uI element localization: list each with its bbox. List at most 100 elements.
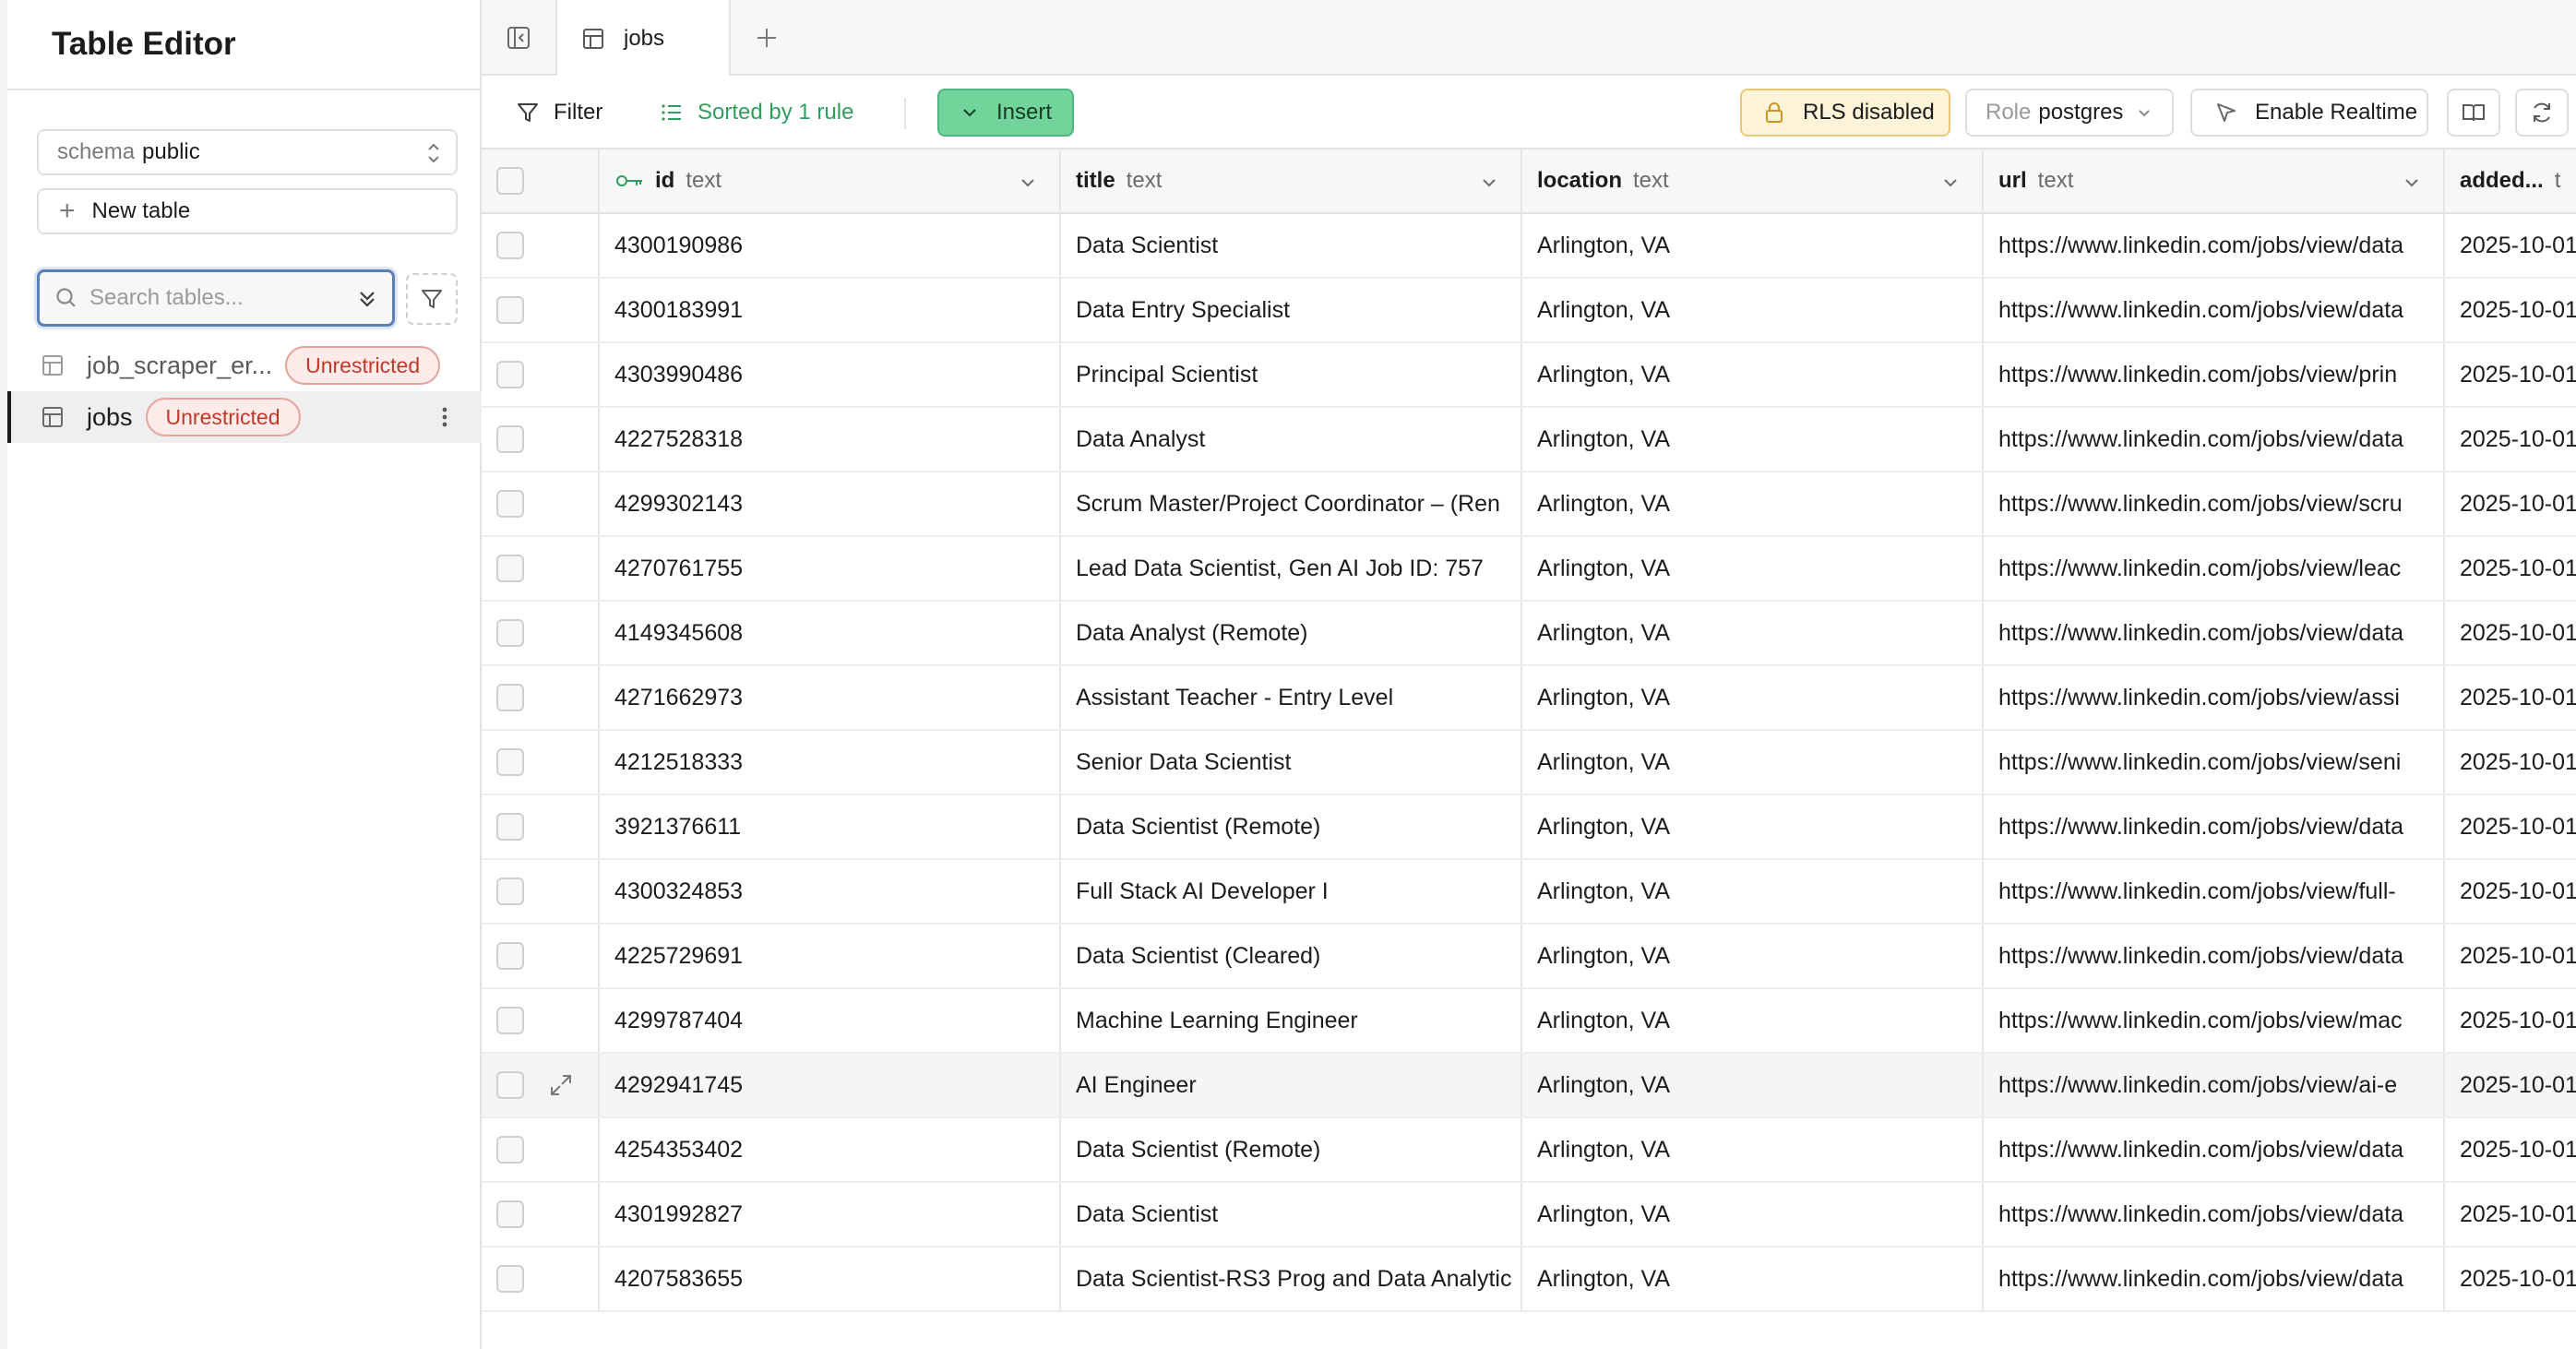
row-checkbox[interactable]: [496, 555, 524, 582]
cell-location[interactable]: Arlington, VA: [1522, 343, 1984, 406]
chevrons-down-icon[interactable]: [355, 287, 379, 311]
cell-id[interactable]: 4303990486: [600, 343, 1061, 406]
cell-id[interactable]: 4301992827: [600, 1183, 1061, 1246]
cell-location[interactable]: Arlington, VA: [1522, 537, 1984, 600]
cell-added[interactable]: 2025-10-01: [2445, 795, 2576, 858]
row-checkbox[interactable]: [496, 425, 524, 453]
table-list-item[interactable]: job_scraper_er... Unrestricted: [7, 340, 482, 391]
cell-location[interactable]: Arlington, VA: [1522, 925, 1984, 987]
cell-url[interactable]: https://www.linkedin.com/jobs/view/full-: [1984, 860, 2445, 923]
cell-url[interactable]: https://www.linkedin.com/jobs/view/data: [1984, 214, 2445, 277]
chevron-down-icon[interactable]: [1941, 173, 1960, 192]
cell-location[interactable]: Arlington, VA: [1522, 279, 1984, 341]
cell-title[interactable]: Machine Learning Engineer: [1061, 989, 1522, 1052]
insert-button[interactable]: Insert: [937, 89, 1074, 137]
column-header-id[interactable]: id text: [600, 149, 1061, 212]
row-checkbox[interactable]: [496, 1200, 524, 1228]
cell-title[interactable]: Data Analyst: [1061, 408, 1522, 471]
cell-title[interactable]: Full Stack AI Developer I: [1061, 860, 1522, 923]
row-checkbox[interactable]: [496, 748, 524, 776]
cell-title[interactable]: Data Scientist: [1061, 1183, 1522, 1246]
column-header-added[interactable]: added... t: [2445, 149, 2576, 212]
table-row[interactable]: 4299302143 Scrum Master/Project Coordinat…: [482, 472, 2576, 537]
cell-added[interactable]: 2025-10-01: [2445, 537, 2576, 600]
cell-location[interactable]: Arlington, VA: [1522, 472, 1984, 535]
cell-id[interactable]: 4149345608: [600, 602, 1061, 664]
cell-id[interactable]: 4207583655: [600, 1248, 1061, 1310]
cell-id[interactable]: 4300183991: [600, 279, 1061, 341]
cell-location[interactable]: Arlington, VA: [1522, 1248, 1984, 1310]
cell-url[interactable]: https://www.linkedin.com/jobs/view/data: [1984, 1183, 2445, 1246]
cell-url[interactable]: https://www.linkedin.com/jobs/view/ai-e: [1984, 1054, 2445, 1116]
cell-id[interactable]: 4225729691: [600, 925, 1061, 987]
row-checkbox[interactable]: [496, 942, 524, 970]
column-header-title[interactable]: title text: [1061, 149, 1522, 212]
cell-title[interactable]: Scrum Master/Project Coordinator – (Ren: [1061, 472, 1522, 535]
cell-url[interactable]: https://www.linkedin.com/jobs/view/data: [1984, 279, 2445, 341]
search-tables-box[interactable]: [37, 269, 395, 327]
cell-location[interactable]: Arlington, VA: [1522, 1054, 1984, 1116]
table-row[interactable]: 4292941745 AI Engineer Arlington, VA https:…: [482, 1054, 2576, 1118]
cell-title[interactable]: Data Scientist (Remote): [1061, 795, 1522, 858]
cell-id[interactable]: 4299302143: [600, 472, 1061, 535]
table-row[interactable]: 4300183991 Data Entry Specialist Arlington…: [482, 279, 2576, 343]
filter-tables-button[interactable]: [406, 273, 458, 325]
cell-url[interactable]: https://www.linkedin.com/jobs/view/mac: [1984, 989, 2445, 1052]
table-row[interactable]: 4225729691 Data Scientist (Cleared) Arling…: [482, 925, 2576, 989]
search-tables-input[interactable]: [89, 285, 339, 311]
cell-location[interactable]: Arlington, VA: [1522, 602, 1984, 664]
cell-id[interactable]: 4300324853: [600, 860, 1061, 923]
cell-url[interactable]: https://www.linkedin.com/jobs/view/data: [1984, 408, 2445, 471]
table-row[interactable]: 4270761755 Lead Data Scientist, Gen AI Jo…: [482, 537, 2576, 602]
cell-id[interactable]: 4271662973: [600, 666, 1061, 729]
table-row[interactable]: 4227528318 Data Analyst Arlington, VA https…: [482, 408, 2576, 472]
cell-location[interactable]: Arlington, VA: [1522, 989, 1984, 1052]
add-tab-button[interactable]: [744, 15, 790, 61]
table-row[interactable]: 4207583655 Data Scientist-RS3 Prog and Da…: [482, 1248, 2576, 1312]
more-vertical-icon[interactable]: [432, 404, 458, 430]
cell-title[interactable]: Senior Data Scientist: [1061, 731, 1522, 794]
cell-location[interactable]: Arlington, VA: [1522, 1183, 1984, 1246]
row-checkbox[interactable]: [496, 490, 524, 518]
cell-added[interactable]: 2025-10-01: [2445, 1183, 2576, 1246]
cell-location[interactable]: Arlington, VA: [1522, 1118, 1984, 1181]
table-row[interactable]: 4299787404 Machine Learning Engineer Arlin…: [482, 989, 2576, 1054]
row-checkbox[interactable]: [496, 813, 524, 841]
cell-id[interactable]: 4270761755: [600, 537, 1061, 600]
cell-added[interactable]: 2025-10-01: [2445, 666, 2576, 729]
cell-added[interactable]: 2025-10-01: [2445, 1248, 2576, 1310]
row-checkbox[interactable]: [496, 1265, 524, 1293]
table-row[interactable]: 4301992827 Data Scientist Arlington, VA htt…: [482, 1183, 2576, 1248]
row-checkbox[interactable]: [496, 877, 524, 905]
select-all-checkbox[interactable]: [496, 167, 524, 195]
row-checkbox[interactable]: [496, 684, 524, 711]
row-checkbox[interactable]: [496, 1071, 524, 1099]
cell-added[interactable]: 2025-10-01: [2445, 731, 2576, 794]
cell-title[interactable]: Principal Scientist: [1061, 343, 1522, 406]
table-list-item-selected[interactable]: jobs Unrestricted: [7, 391, 482, 443]
cell-added[interactable]: 2025-10-01: [2445, 1118, 2576, 1181]
table-row[interactable]: 4254353402 Data Scientist (Remote) Arlingt…: [482, 1118, 2576, 1183]
cell-url[interactable]: https://www.linkedin.com/jobs/view/data: [1984, 602, 2445, 664]
table-row[interactable]: 4271662973 Assistant Teacher - Entry Leve…: [482, 666, 2576, 731]
cell-location[interactable]: Arlington, VA: [1522, 795, 1984, 858]
cell-url[interactable]: https://www.linkedin.com/jobs/view/data: [1984, 1248, 2445, 1310]
row-checkbox[interactable]: [496, 1007, 524, 1034]
new-table-button[interactable]: + New table: [37, 188, 458, 234]
cell-added[interactable]: 2025-10-01: [2445, 925, 2576, 987]
row-checkbox[interactable]: [496, 296, 524, 324]
cell-url[interactable]: https://www.linkedin.com/jobs/view/data: [1984, 795, 2445, 858]
table-row[interactable]: 4212518333 Senior Data Scientist Arlington…: [482, 731, 2576, 795]
cell-added[interactable]: 2025-10-01: [2445, 989, 2576, 1052]
toggle-sidebar-button[interactable]: [482, 0, 557, 76]
cell-added[interactable]: 2025-10-01: [2445, 343, 2576, 406]
cell-url[interactable]: https://www.linkedin.com/jobs/view/data: [1984, 1118, 2445, 1181]
cell-id[interactable]: 4254353402: [600, 1118, 1061, 1181]
row-checkbox[interactable]: [496, 232, 524, 259]
refresh-button[interactable]: [2515, 89, 2569, 137]
cell-added[interactable]: 2025-10-01: [2445, 214, 2576, 277]
role-select[interactable]: Role postgres: [1965, 89, 2174, 137]
cell-added[interactable]: 2025-10-01: [2445, 602, 2576, 664]
row-checkbox[interactable]: [496, 1136, 524, 1164]
cell-id[interactable]: 4212518333: [600, 731, 1061, 794]
